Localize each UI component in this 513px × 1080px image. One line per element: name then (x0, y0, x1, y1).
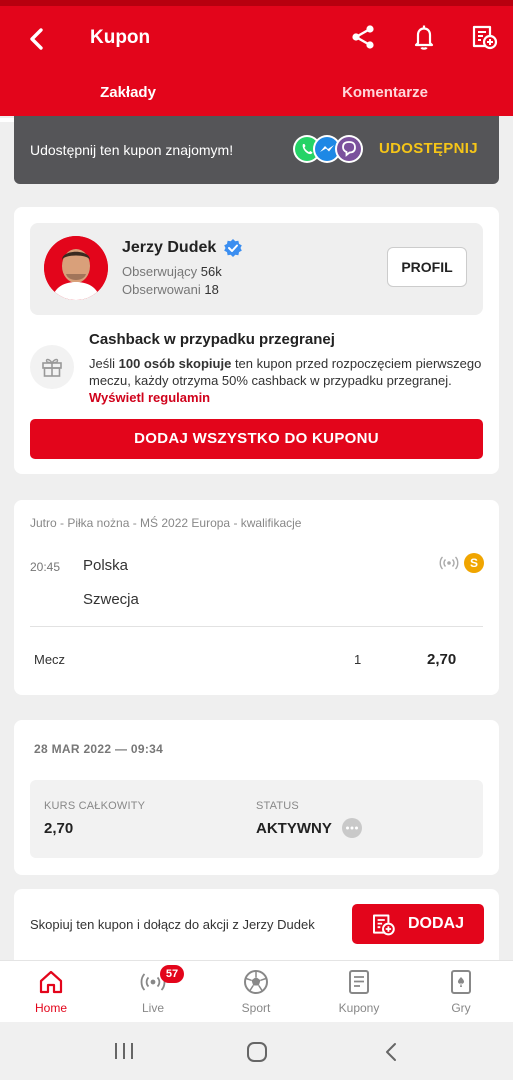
nav-sport[interactable]: Sport (205, 961, 307, 1023)
avatar[interactable] (44, 236, 108, 300)
home-button-icon[interactable] (245, 1040, 269, 1064)
away-team: Szwecja (83, 591, 139, 608)
summary-card: 28 MAR 2022 — 09:34 KURS CAŁKOWITY 2,70 … (14, 720, 499, 875)
add-all-button[interactable]: DODAJ WSZYSTKO DO KUPONU (30, 419, 483, 459)
rules-link[interactable]: Wyświetl regulamin (89, 390, 210, 405)
match-meta: Jutro - Piłka nożna - MŚ 2022 Europa - k… (30, 516, 302, 530)
header-row: Kupon (0, 18, 513, 62)
match-time: 20:45 (30, 560, 61, 574)
share-banner: Udostępnij ten kupon znajomym! UDOSTĘPNI… (14, 116, 499, 184)
system-nav-bar (0, 1022, 513, 1080)
following-count: 18 (204, 282, 219, 297)
coupon-date: 28 MAR 2022 — 09:34 (34, 742, 164, 756)
recent-apps-icon[interactable] (112, 1041, 136, 1061)
bell-icon[interactable] (409, 22, 439, 52)
share-icon[interactable] (348, 22, 378, 52)
home-team: Polska (83, 557, 129, 574)
nav-gry-label: Gry (451, 1001, 471, 1015)
soccer-ball-icon (244, 970, 268, 994)
copy-bar: Skopiuj ten kupon i dołącz do akcji z Je… (14, 889, 499, 960)
share-apps[interactable] (292, 134, 364, 164)
superbet-badge-icon: S (464, 553, 484, 573)
profile-button[interactable]: PROFIL (387, 247, 467, 287)
page-title: Kupon (90, 27, 151, 48)
coupon-icon (349, 970, 369, 994)
status-label: STATUS (256, 800, 299, 812)
gift-icon (42, 358, 62, 377)
tipster-card: Jerzy Dudek Obserwujący 56k Obserwowani … (14, 207, 499, 474)
odds-value: 2,70 (427, 651, 457, 668)
nav-live-label: Live (141, 1001, 164, 1015)
tipster-name[interactable]: Jerzy Dudek (122, 239, 216, 257)
cashback-text: Jeśli 100 osób skopiuje ten kupon przed … (89, 355, 489, 406)
viber-icon[interactable] (334, 134, 364, 164)
nav-home-label: Home (34, 1001, 67, 1015)
nav-home[interactable]: Home (0, 961, 102, 1023)
add-button[interactable]: DODAJ (352, 904, 484, 944)
avatar-photo (44, 236, 108, 300)
match-card[interactable]: Jutro - Piłka nożna - MŚ 2022 Europa - k… (14, 500, 499, 695)
followers-stat: Obserwujący 56k (122, 264, 222, 279)
total-odds-label: KURS CAŁKOWITY (44, 800, 146, 812)
nav-sport-label: Sport (241, 1001, 271, 1015)
share-banner-text: Udostępnij ten kupon znajomym! (30, 142, 234, 158)
divider (30, 626, 483, 627)
status-value: AKTYWNY (256, 820, 332, 837)
nav-gry[interactable]: Gry (410, 961, 512, 1023)
nav-kupony-label: Kupony (338, 1001, 380, 1015)
app-header: Kupon Zakłady Komentarze (0, 0, 513, 122)
coupon-add-icon (373, 914, 395, 936)
live-stream-icon (439, 556, 459, 570)
verified-badge-icon (224, 239, 242, 257)
total-odds-value: 2,70 (44, 820, 74, 837)
nav-live[interactable]: 57 Live (102, 961, 204, 1023)
cashback-text-bold: 100 osób skopiuje (118, 356, 232, 371)
back-button-icon[interactable] (380, 1040, 404, 1064)
share-button[interactable]: UDOSTĘPNIJ (379, 140, 478, 157)
more-dots-icon[interactable] (342, 818, 362, 838)
live-count-badge: 57 (160, 965, 184, 983)
following-label: Obserwowani (122, 282, 201, 297)
add-button-label: DODAJ (408, 915, 465, 932)
copy-text: Skopiuj ten kupon i dołącz do akcji z Je… (30, 917, 315, 932)
following-stat: Obserwowani 18 (122, 282, 219, 297)
followers-count: 56k (200, 264, 222, 279)
chevron-left-icon[interactable] (22, 24, 52, 54)
home-icon (39, 970, 63, 994)
bottom-nav: Home 57 Live Sport Kupony Gry (0, 960, 513, 1022)
summary-box: KURS CAŁKOWITY 2,70 STATUS AKTYWNY (30, 780, 483, 858)
market-label: Mecz (34, 652, 66, 667)
cards-icon (451, 970, 471, 994)
followers-label: Obserwujący (122, 264, 198, 279)
nav-kupony[interactable]: Kupony (308, 961, 410, 1023)
selection-label: 1 (354, 652, 362, 667)
tipster-profile: Jerzy Dudek Obserwujący 56k Obserwowani … (30, 223, 483, 315)
cashback-title: Cashback w przypadku przegranej (89, 331, 335, 348)
cashback-text-a: Jeśli (89, 356, 119, 371)
gift-icon-wrap (30, 345, 74, 389)
coupon-add-icon[interactable] (469, 22, 499, 52)
